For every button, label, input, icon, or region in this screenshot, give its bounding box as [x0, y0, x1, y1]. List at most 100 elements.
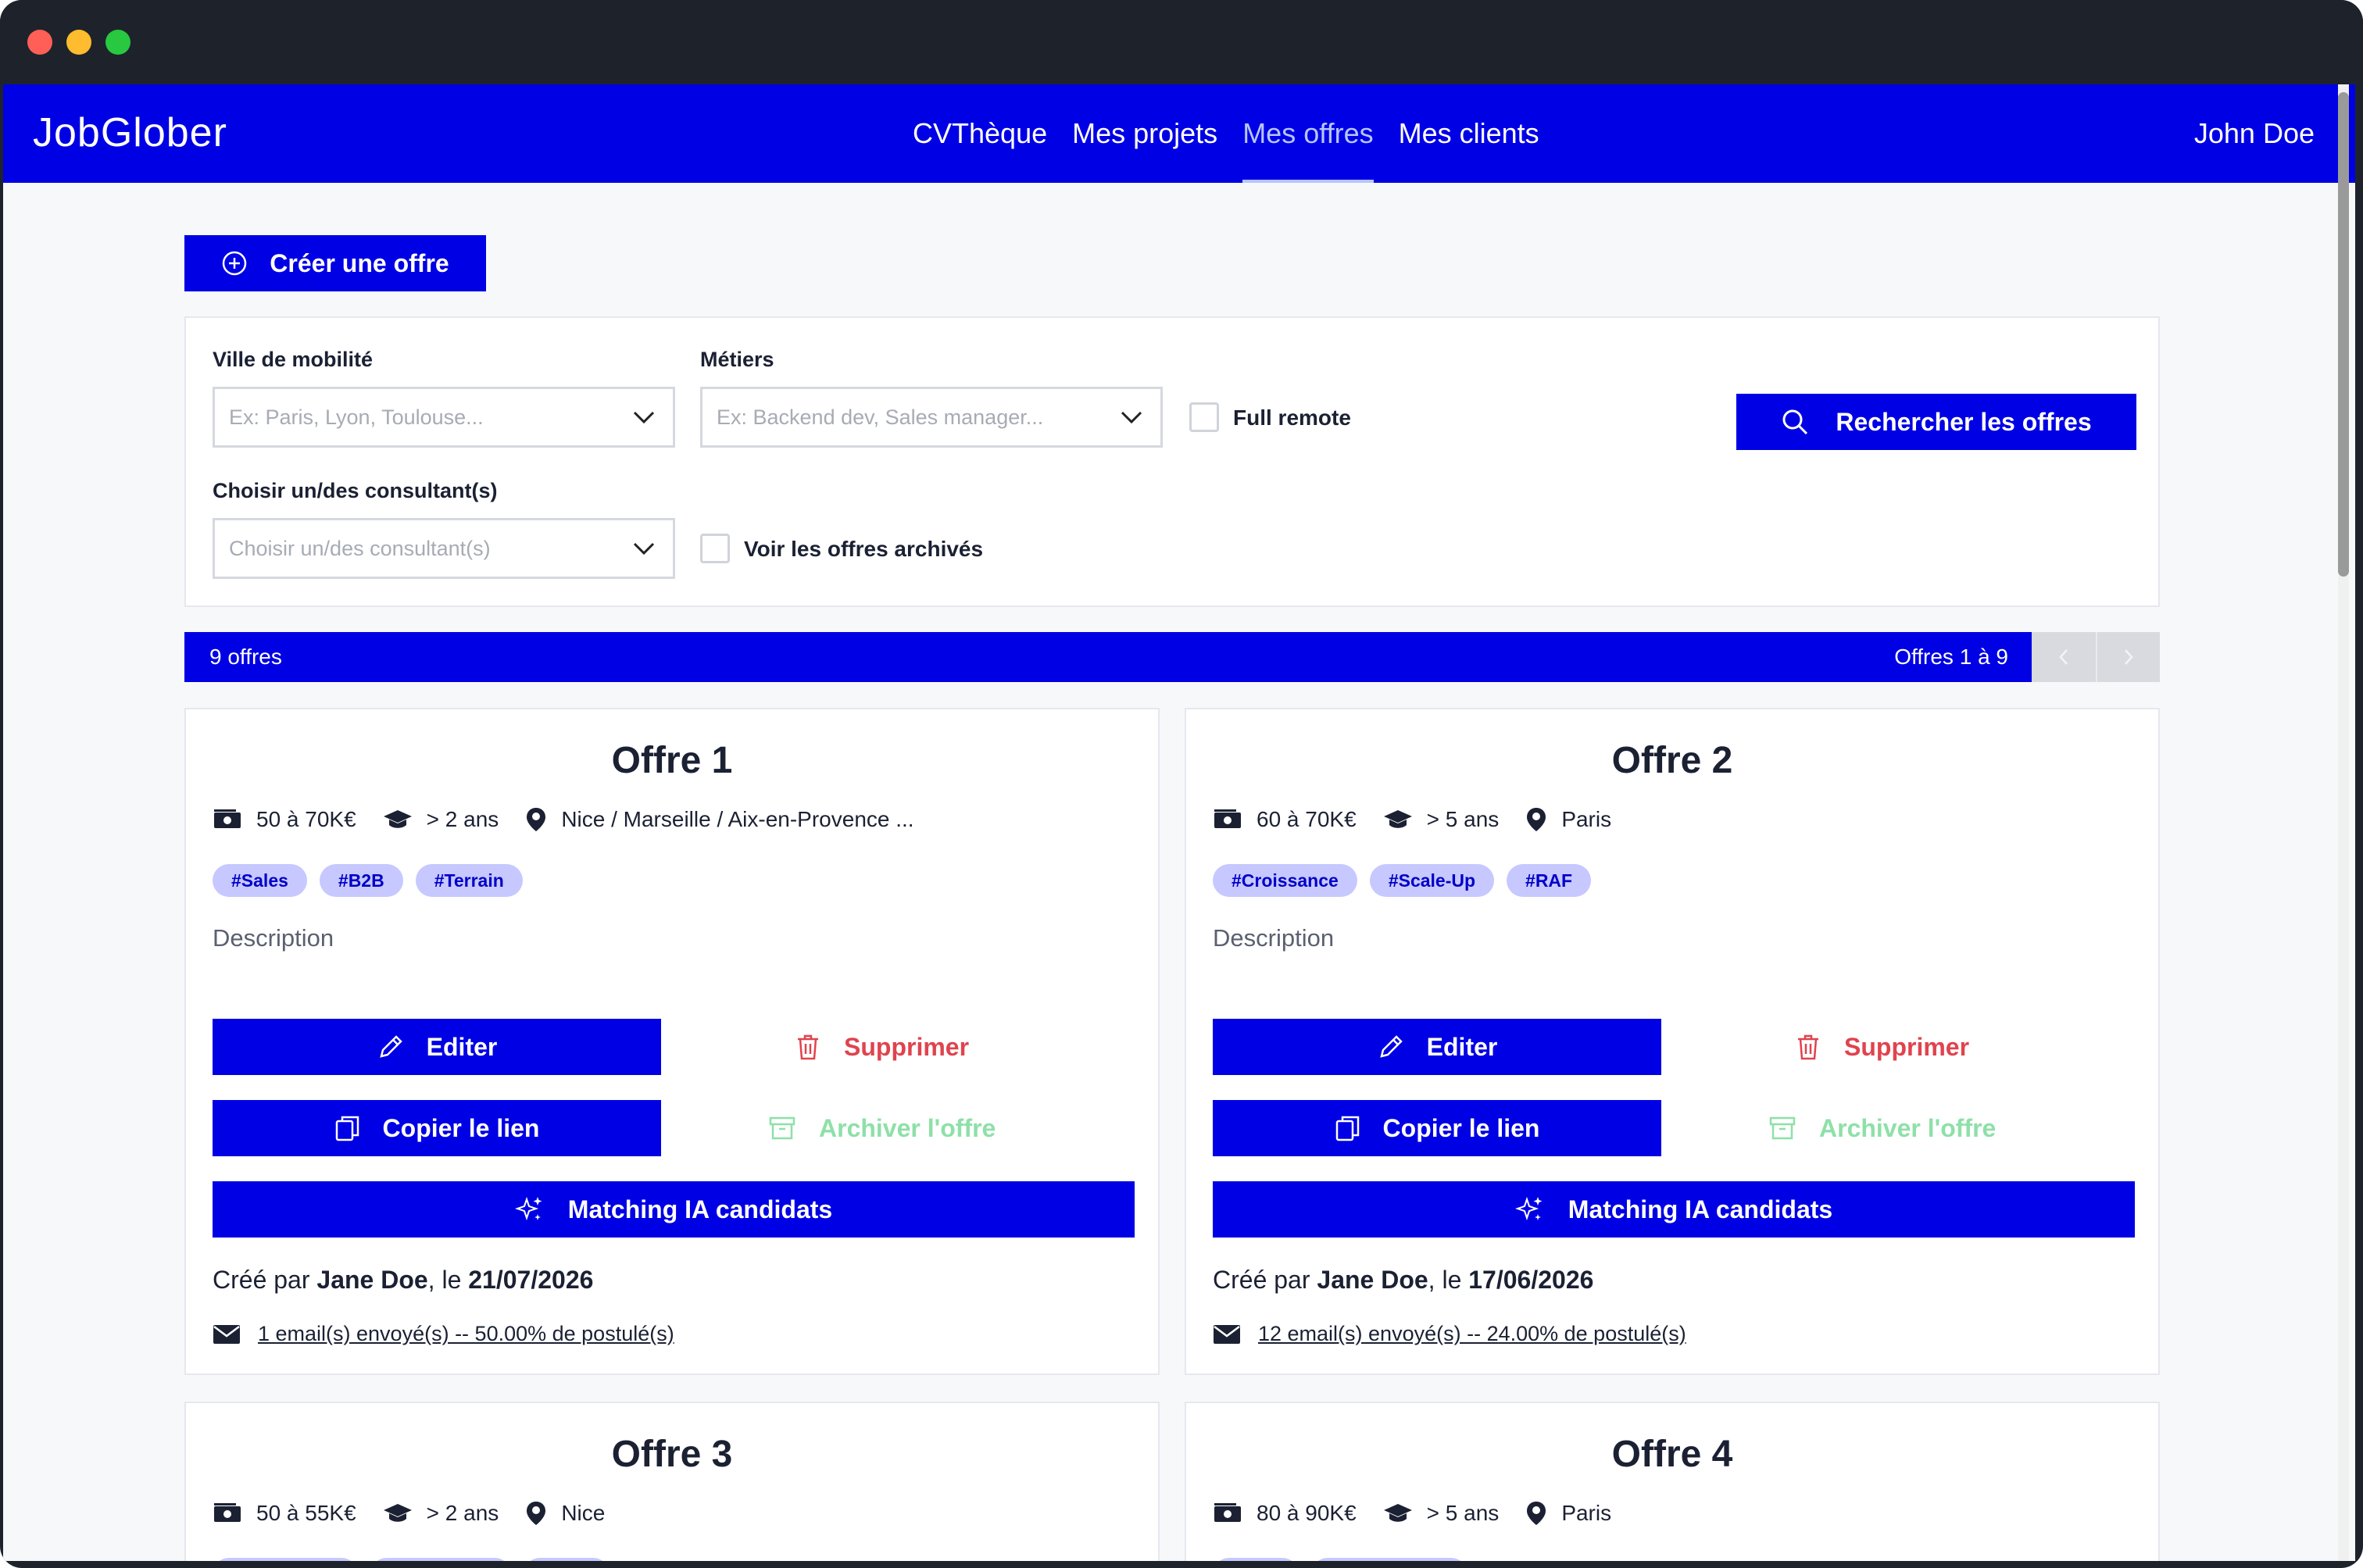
money-icon — [214, 809, 241, 828]
offer-card: Offre 3 50 à 55K€ > 2 ans Nice — [184, 1402, 1160, 1561]
pencil-icon — [379, 1035, 402, 1058]
experience-info: > 5 ans — [1383, 807, 1500, 832]
experience-info: > 2 ans — [383, 807, 499, 832]
location-text: Paris — [1561, 807, 1612, 831]
offer-tag[interactable]: #Terrain — [415, 864, 523, 897]
edit-offer-button[interactable]: Editer — [213, 1019, 661, 1075]
money-icon — [214, 1503, 241, 1522]
search-offers-label: Rechercher les offres — [1836, 407, 2092, 436]
jobs-select[interactable]: Ex: Backend dev, Sales manager... — [700, 387, 1163, 448]
edit-offer-label: Editer — [1426, 1032, 1498, 1061]
graduation-cap-icon — [1383, 1504, 1412, 1522]
offer-tag[interactable]: #Scale-Up — [1369, 864, 1495, 897]
ai-matching-button[interactable]: Matching IA candidats — [1213, 1181, 2135, 1238]
next-page-button[interactable] — [2096, 632, 2160, 682]
offer-date: 17/06/2026 — [1468, 1266, 1594, 1294]
salary-info: 50 à 55K€ — [213, 1501, 356, 1526]
results-range: Offres 1 à 9 — [1894, 645, 2008, 669]
edit-offer-button[interactable]: Editer — [1213, 1019, 1661, 1075]
money-icon — [1214, 1503, 1241, 1522]
graduation-cap-icon — [383, 810, 412, 828]
email-stats-link[interactable]: 12 email(s) envoyé(s) -- 24.00% de postu… — [1258, 1322, 1686, 1346]
offer-author: Jane Doe — [316, 1266, 428, 1294]
page-viewport: JobGlober CVThèque Mes projets Mes offre… — [3, 84, 2355, 1561]
email-stats: 1 email(s) envoyé(s) -- 50.00% de postul… — [213, 1322, 674, 1346]
jobglober-logo[interactable]: JobGlober — [33, 109, 227, 156]
scrollbar-thumb[interactable] — [2338, 92, 2349, 577]
sparkles-icon — [514, 1196, 542, 1221]
prev-page-button[interactable] — [2032, 632, 2096, 682]
experience-text: > 5 ans — [1426, 807, 1500, 831]
full-remote-checkbox[interactable] — [1189, 402, 1219, 432]
nav-mes-projets[interactable]: Mes projets — [1060, 84, 1230, 183]
offer-tag[interactable]: #RAF — [1507, 864, 1592, 897]
offer-tag[interactable] — [370, 1558, 511, 1561]
location-pin-icon — [1527, 1502, 1546, 1525]
offer-tag[interactable] — [1213, 1558, 1299, 1561]
logo-text: JobGlober — [33, 110, 227, 155]
delete-offer-label: Supprimer — [844, 1032, 970, 1061]
offer-card: Offre 2 60 à 70K€ > 5 ans Paris #Croissa… — [1185, 708, 2160, 1375]
nav-cvtheque[interactable]: CVThèque — [900, 84, 1060, 183]
graduation-cap-icon — [1383, 810, 1412, 828]
copy-link-label: Copier le lien — [1382, 1113, 1540, 1142]
copy-link-button[interactable]: Copier le lien — [1213, 1100, 1661, 1156]
delete-offer-button[interactable]: Supprimer — [795, 1019, 969, 1075]
location-info: Nice — [525, 1500, 605, 1527]
offer-tag[interactable]: #B2B — [319, 864, 403, 897]
copy-link-button[interactable]: Copier le lien — [213, 1100, 661, 1156]
window-minimize-button[interactable] — [66, 30, 91, 55]
city-select[interactable]: Ex: Paris, Lyon, Toulouse... — [213, 387, 675, 448]
consultant-label: Choisir un/des consultant(s) — [213, 479, 498, 502]
pencil-icon — [1379, 1035, 1403, 1058]
trash-icon — [798, 1034, 818, 1060]
window-close-button[interactable] — [27, 30, 52, 55]
consultant-select[interactable]: Choisir un/des consultant(s) — [213, 518, 675, 579]
city-label: Ville de mobilité — [213, 348, 374, 371]
archive-offer-button[interactable]: Archiver l'offre — [1769, 1100, 1996, 1156]
nav-mes-offres[interactable]: Mes offres — [1230, 84, 1385, 183]
experience-text: > 5 ans — [1426, 1501, 1500, 1525]
archive-offer-button[interactable]: Archiver l'offre — [769, 1100, 996, 1156]
copy-icon — [335, 1116, 359, 1141]
salary-info: 80 à 90K€ — [1213, 1501, 1357, 1526]
top-navbar: JobGlober CVThèque Mes projets Mes offre… — [3, 84, 2355, 183]
nav-mes-clients[interactable]: Mes clients — [1386, 84, 1552, 183]
sparkles-icon — [1514, 1196, 1543, 1221]
created-mid: , le — [427, 1266, 462, 1294]
chevron-left-icon — [2059, 649, 2068, 665]
offer-title: Offre 2 — [1611, 740, 1733, 781]
full-remote-label: Full remote — [1233, 405, 1351, 430]
experience-text: > 2 ans — [426, 1501, 499, 1525]
location-info: Paris — [1525, 1500, 1611, 1527]
location-info: Nice / Marseille / Aix-en-Provence ... — [525, 806, 914, 833]
offer-tag[interactable]: #Croissance — [1213, 864, 1357, 897]
user-menu[interactable]: John Doe — [2194, 84, 2315, 183]
archived-offers-checkbox[interactable] — [700, 534, 730, 563]
created-mid: , le — [1428, 1266, 1462, 1294]
results-count: 9 offres — [209, 645, 282, 669]
jobs-label: Métiers — [700, 348, 774, 371]
archive-offer-label: Archiver l'offre — [1819, 1113, 1997, 1142]
offer-created-info: Créé par Jane Doe, le 21/07/2026 — [213, 1266, 593, 1295]
delete-offer-button[interactable]: Supprimer — [1796, 1019, 1969, 1075]
offer-meta: 50 à 70K€ > 2 ans Nice / Marseille / Aix… — [213, 806, 941, 833]
location-text: Nice — [561, 1501, 606, 1525]
results-bar: 9 offres Offres 1 à 9 — [184, 632, 2160, 682]
offer-title: Offre 3 — [611, 1434, 733, 1475]
create-offer-button[interactable]: Créer une offre — [184, 235, 486, 291]
offer-created-info: Créé par Jane Doe, le 17/06/2026 — [1213, 1266, 1593, 1295]
offer-tag[interactable] — [1311, 1558, 1467, 1561]
offer-description: Description — [213, 924, 334, 952]
location-text: Paris — [1561, 1501, 1612, 1525]
salary-text: 50 à 70K€ — [256, 807, 356, 831]
offer-tag[interactable]: #Sales — [213, 864, 307, 897]
window-maximize-button[interactable] — [105, 30, 130, 55]
delete-offer-label: Supprimer — [1844, 1032, 1970, 1061]
email-stats-link[interactable]: 1 email(s) envoyé(s) -- 50.00% de postul… — [258, 1322, 674, 1346]
offer-tags — [213, 1558, 610, 1561]
search-offers-button[interactable]: Rechercher les offres — [1736, 394, 2136, 450]
offer-tag[interactable] — [213, 1558, 358, 1561]
offer-tag[interactable] — [524, 1558, 610, 1561]
ai-matching-button[interactable]: Matching IA candidats — [213, 1181, 1135, 1238]
